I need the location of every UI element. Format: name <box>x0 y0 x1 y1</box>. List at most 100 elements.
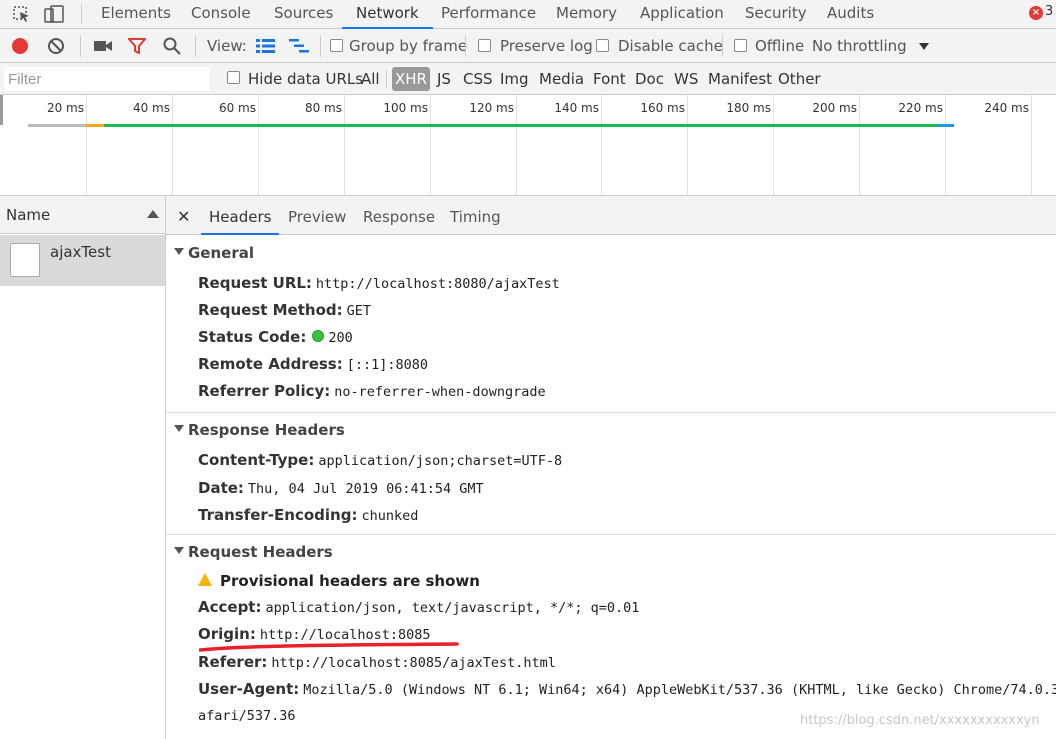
request-url-row: Request URL: http://localhost:8080/ajaxTe… <box>198 274 560 292</box>
timeline-gridline <box>859 95 860 195</box>
red-underline-annotation <box>199 642 459 652</box>
type-filter-font[interactable]: Font <box>593 63 626 95</box>
referer-row: Referer: http://localhost:8085/ajaxTest.h… <box>198 653 556 671</box>
expand-triangle-icon <box>174 547 184 554</box>
type-filter-img[interactable]: Img <box>500 63 529 95</box>
waterfall-overview-icon[interactable] <box>289 39 311 53</box>
chevron-down-icon[interactable] <box>919 43 929 50</box>
tab-headers[interactable]: Headers <box>201 196 280 235</box>
request-headers-section: Request Headers Provisional headers are … <box>166 535 1056 739</box>
timeline-overview[interactable]: 20 ms 40 ms 60 ms 80 ms 100 ms 120 ms 14… <box>0 95 1056 196</box>
record-icon[interactable] <box>11 37 29 55</box>
general-section-toggle[interactable]: General <box>174 244 254 262</box>
throttling-select[interactable]: No throttling <box>812 29 907 63</box>
filter-icon[interactable] <box>128 38 146 54</box>
type-filter-other[interactable]: Other <box>778 63 821 95</box>
toolbar-separator <box>81 4 82 24</box>
toolbar-separator <box>195 35 196 57</box>
header-key: User-Agent: <box>198 680 300 698</box>
name-column-header[interactable]: Name <box>0 196 165 234</box>
tab-audits[interactable]: Audits <box>827 0 874 29</box>
tab-timing[interactable]: Timing <box>450 196 501 235</box>
watermark: https://blog.csdn.net/xxxxxxxxxxxyn <box>800 713 1040 728</box>
content-type-row: Content-Type: application/json;charset=UT… <box>198 451 562 469</box>
group-by-frame-label[interactable]: Group by frame <box>349 29 467 63</box>
error-count[interactable]: 3 <box>1045 4 1053 19</box>
device-toolbar-icon[interactable] <box>44 5 64 23</box>
filter-bar: Hide data URLs All XHR JS CSS Img Media … <box>0 63 1056 95</box>
disable-cache-checkbox[interactable] <box>596 39 609 52</box>
disable-cache-label[interactable]: Disable cache <box>618 29 723 63</box>
warning-icon <box>198 573 212 586</box>
error-icon[interactable]: × <box>1029 6 1043 20</box>
request-headers-toggle[interactable]: Request Headers <box>174 543 333 561</box>
timeline-gridline <box>516 95 517 195</box>
hide-data-urls-label[interactable]: Hide data URLs <box>248 63 363 95</box>
tab-sources[interactable]: Sources <box>274 0 333 29</box>
timeline-gridline <box>86 95 87 195</box>
inspect-element-icon[interactable] <box>12 5 32 23</box>
type-filter-manifest[interactable]: Manifest <box>708 63 772 95</box>
timeline-waiting-bar <box>86 124 104 127</box>
preserve-log-label[interactable]: Preserve log <box>500 29 593 63</box>
timeline-ttfb-bar <box>104 124 938 127</box>
type-filter-media[interactable]: Media <box>539 63 584 95</box>
user-agent-continuation: afari/537.36 <box>198 706 296 724</box>
tab-response[interactable]: Response <box>363 196 435 235</box>
timeline-download-bar <box>938 124 954 127</box>
expand-triangle-icon <box>174 248 184 255</box>
large-rows-icon[interactable] <box>256 39 276 53</box>
request-row[interactable]: ajaxTest <box>0 235 165 286</box>
sort-ascending-icon[interactable] <box>147 210 159 218</box>
screenshot-camera-icon[interactable] <box>93 39 113 53</box>
tab-application[interactable]: Application <box>640 0 724 29</box>
type-filter-js[interactable]: JS <box>437 63 451 95</box>
toolbar-separator <box>80 35 81 57</box>
user-agent-row: User-Agent: Mozilla/5.0 (Windows NT 6.1; … <box>198 680 1056 698</box>
timeline-tick-label: 100 ms <box>383 101 428 115</box>
remote-address-row: Remote Address: [::1]:8080 <box>198 355 428 373</box>
header-key: Transfer-Encoding: <box>198 506 358 524</box>
offline-checkbox[interactable] <box>734 39 747 52</box>
preserve-log-checkbox[interactable] <box>478 39 491 52</box>
timeline-gridline <box>172 95 173 195</box>
offline-label[interactable]: Offline <box>755 29 804 63</box>
type-filter-all[interactable]: All <box>361 63 380 95</box>
header-key: Referer: <box>198 653 268 671</box>
header-value: GET <box>346 303 372 319</box>
tab-memory[interactable]: Memory <box>556 0 617 29</box>
section-title: Request Headers <box>188 543 333 561</box>
header-value: Thu, 04 Jul 2019 06:41:54 GMT <box>247 481 484 497</box>
clear-icon[interactable] <box>47 37 65 55</box>
timeline-tick-label: 180 ms <box>726 101 771 115</box>
hide-data-urls-checkbox[interactable] <box>227 71 240 84</box>
network-toolbar: View: Group by frame Preserve log Disabl… <box>0 29 1056 63</box>
toolbar-separator <box>722 35 723 57</box>
tab-security[interactable]: Security <box>745 0 807 29</box>
section-title: General <box>188 244 254 262</box>
tab-network[interactable]: Network <box>342 0 433 29</box>
header-value: http://localhost:8080/ajaxTest <box>315 276 560 292</box>
view-label: View: <box>207 37 247 55</box>
status-code-row: Status Code: 200 <box>198 328 353 346</box>
type-filter-xhr[interactable]: XHR <box>392 67 430 91</box>
header-value: afari/537.36 <box>198 708 296 724</box>
referrer-policy-row: Referrer Policy: no-referrer-when-downgra… <box>198 382 546 400</box>
type-filter-ws[interactable]: WS <box>674 63 698 95</box>
detail-tab-bar: ✕ Headers Preview Response Timing <box>166 196 1056 235</box>
tab-elements[interactable]: Elements <box>101 0 171 29</box>
header-key: Accept: <box>198 598 262 616</box>
timeline-tick-label: 60 ms <box>218 101 256 115</box>
type-filter-css[interactable]: CSS <box>463 63 493 95</box>
type-filter-doc[interactable]: Doc <box>635 63 664 95</box>
close-icon[interactable]: ✕ <box>177 207 190 226</box>
filter-separator <box>386 70 387 88</box>
search-icon[interactable] <box>163 37 181 55</box>
tab-performance[interactable]: Performance <box>441 0 536 29</box>
filter-input[interactable] <box>4 67 210 91</box>
response-headers-toggle[interactable]: Response Headers <box>174 421 345 439</box>
group-by-frame-checkbox[interactable] <box>330 39 343 52</box>
tab-console[interactable]: Console <box>191 0 251 29</box>
tab-preview[interactable]: Preview <box>288 196 346 235</box>
timeline-gridline <box>344 95 345 195</box>
